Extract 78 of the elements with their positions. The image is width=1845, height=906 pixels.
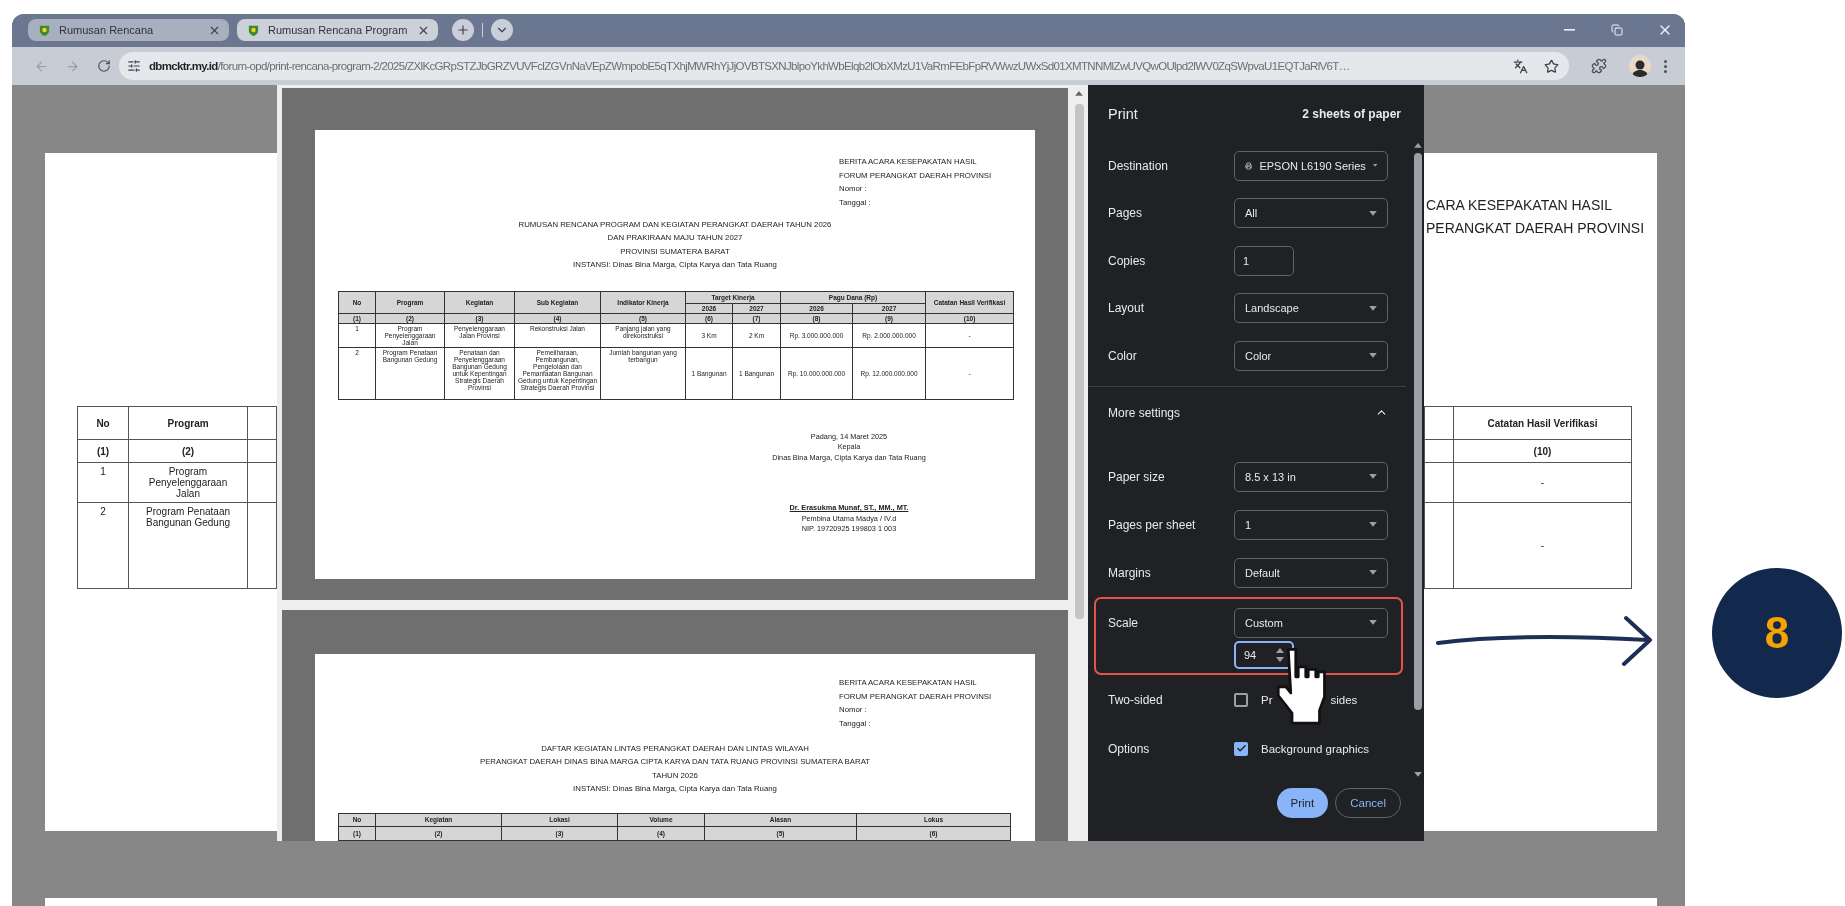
table-cell: - (1453, 462, 1632, 503)
more-settings-toggle[interactable]: More settings (1108, 405, 1375, 420)
table-cell: Program Penataan Bangunan Gedung (128, 502, 248, 589)
table-cell: (1) (77, 439, 129, 463)
table-cell: - (1453, 502, 1632, 589)
setting-label: Options (1108, 741, 1151, 756)
dropdown[interactable]: Custom (1234, 607, 1388, 638)
scroll-down-icon (1414, 772, 1422, 777)
browser-tab[interactable]: Rumusan Rencana (28, 19, 229, 41)
setting-label: Margins (1108, 565, 1152, 580)
dropdown[interactable]: 8.5 x 13 in (1234, 461, 1388, 492)
address-bar[interactable]: dbmcktr.my.id/forum-opd/print-rencana-program-2/2025/ZXlKcGRpSTZJbGRZVUVFclZGVnNaVEpZWmpobE5qTXhjMWRhYjJjOVBTSXNJblpoYkhWbElqb2lObXMzU1VaRmFEbFpRVWwzUWxSd01XMTNNMlZwUVQwOUlpd2lWV0ZqSWpvaU1EQTJaRlV6T… (119, 52, 1569, 80)
avatar-icon[interactable] (1628, 55, 1651, 77)
dropdown[interactable]: Default (1234, 557, 1388, 588)
print-button[interactable]: Print (1276, 788, 1329, 818)
checkbox-label: Background graphics (1261, 742, 1370, 755)
bookmark-icon[interactable] (1544, 58, 1559, 74)
tab-search-button[interactable] (491, 19, 513, 41)
setting-label: Layout (1108, 301, 1146, 316)
scroll-up-icon (1414, 143, 1422, 148)
column-header: Catatan Hasil Verifikasi (1453, 406, 1632, 440)
scrollbar-thumb[interactable] (1074, 103, 1084, 619)
checkbox[interactable] (1234, 692, 1248, 707)
setting-label: Color (1108, 348, 1138, 363)
spinner-icon[interactable] (1276, 647, 1284, 662)
dropdown[interactable]: Landscape (1234, 293, 1388, 324)
setting-label: Destination (1108, 158, 1170, 173)
column-header: No (77, 406, 129, 440)
header-text: PERANGKAT DAERAH PROVINSI (1426, 219, 1646, 238)
caret-icon (1369, 474, 1377, 479)
puzzle-icon (1590, 58, 1607, 74)
site-settings-icon[interactable] (127, 59, 141, 73)
sheet-count: 2 sheets of paper (1302, 106, 1401, 121)
scrollbar-thumb[interactable] (1414, 152, 1422, 710)
column-header: Program (128, 406, 248, 440)
site-icon (38, 23, 51, 37)
caret-icon (1369, 620, 1377, 625)
checkbox-label: Pr (1261, 693, 1273, 706)
minimize-icon (1563, 29, 1575, 31)
setting-label: Scale (1108, 615, 1140, 630)
setting-label: Copies (1108, 253, 1147, 268)
table-cell: Program Penyelenggaraan Jalan (128, 462, 248, 503)
caret-icon (1369, 305, 1377, 311)
back-icon (34, 58, 49, 74)
forward-icon (65, 58, 80, 74)
dropdown[interactable]: All (1234, 198, 1388, 229)
caret-icon (1369, 353, 1377, 359)
setting-label: Two-sided (1108, 692, 1164, 707)
caret-icon (1369, 522, 1377, 527)
setting-label: Paper size (1108, 469, 1166, 484)
table-cell: 1 (77, 462, 129, 503)
header-text: CARA KESEPAKATAN HASIL (1426, 196, 1613, 215)
site-icon (247, 23, 260, 37)
translate-icon[interactable] (1513, 58, 1528, 74)
caret-icon (1369, 570, 1377, 575)
dropdown[interactable]: EPSON L6190 Series (1234, 150, 1388, 181)
caret-icon (1372, 163, 1377, 169)
caret-icon (1369, 210, 1377, 216)
menu-icon (1663, 59, 1667, 73)
step-badge: 8 (1712, 568, 1842, 698)
restore-icon (1611, 24, 1623, 36)
reload-icon (96, 59, 111, 73)
scroll-up-icon (1075, 91, 1083, 96)
check-icon (1235, 743, 1247, 754)
table-cell: (10) (1453, 439, 1632, 463)
dropdown[interactable]: 1 (1234, 509, 1388, 540)
dialog-title: Print (1108, 105, 1138, 122)
table-cell: 2 (77, 502, 129, 589)
new-tab-button[interactable] (452, 19, 474, 41)
setting-label: Pages (1108, 206, 1144, 221)
checkbox-label: sides (1330, 693, 1358, 706)
browser-tab[interactable]: Rumusan Rencana Program (237, 19, 438, 41)
table-cell: (2) (128, 439, 248, 463)
plus-icon (456, 23, 470, 37)
checkbox[interactable] (1234, 741, 1248, 756)
dropdown[interactable]: Color (1234, 340, 1388, 371)
number-field[interactable]: 1 (1234, 245, 1294, 276)
setting-label: Pages per sheet (1108, 517, 1197, 532)
